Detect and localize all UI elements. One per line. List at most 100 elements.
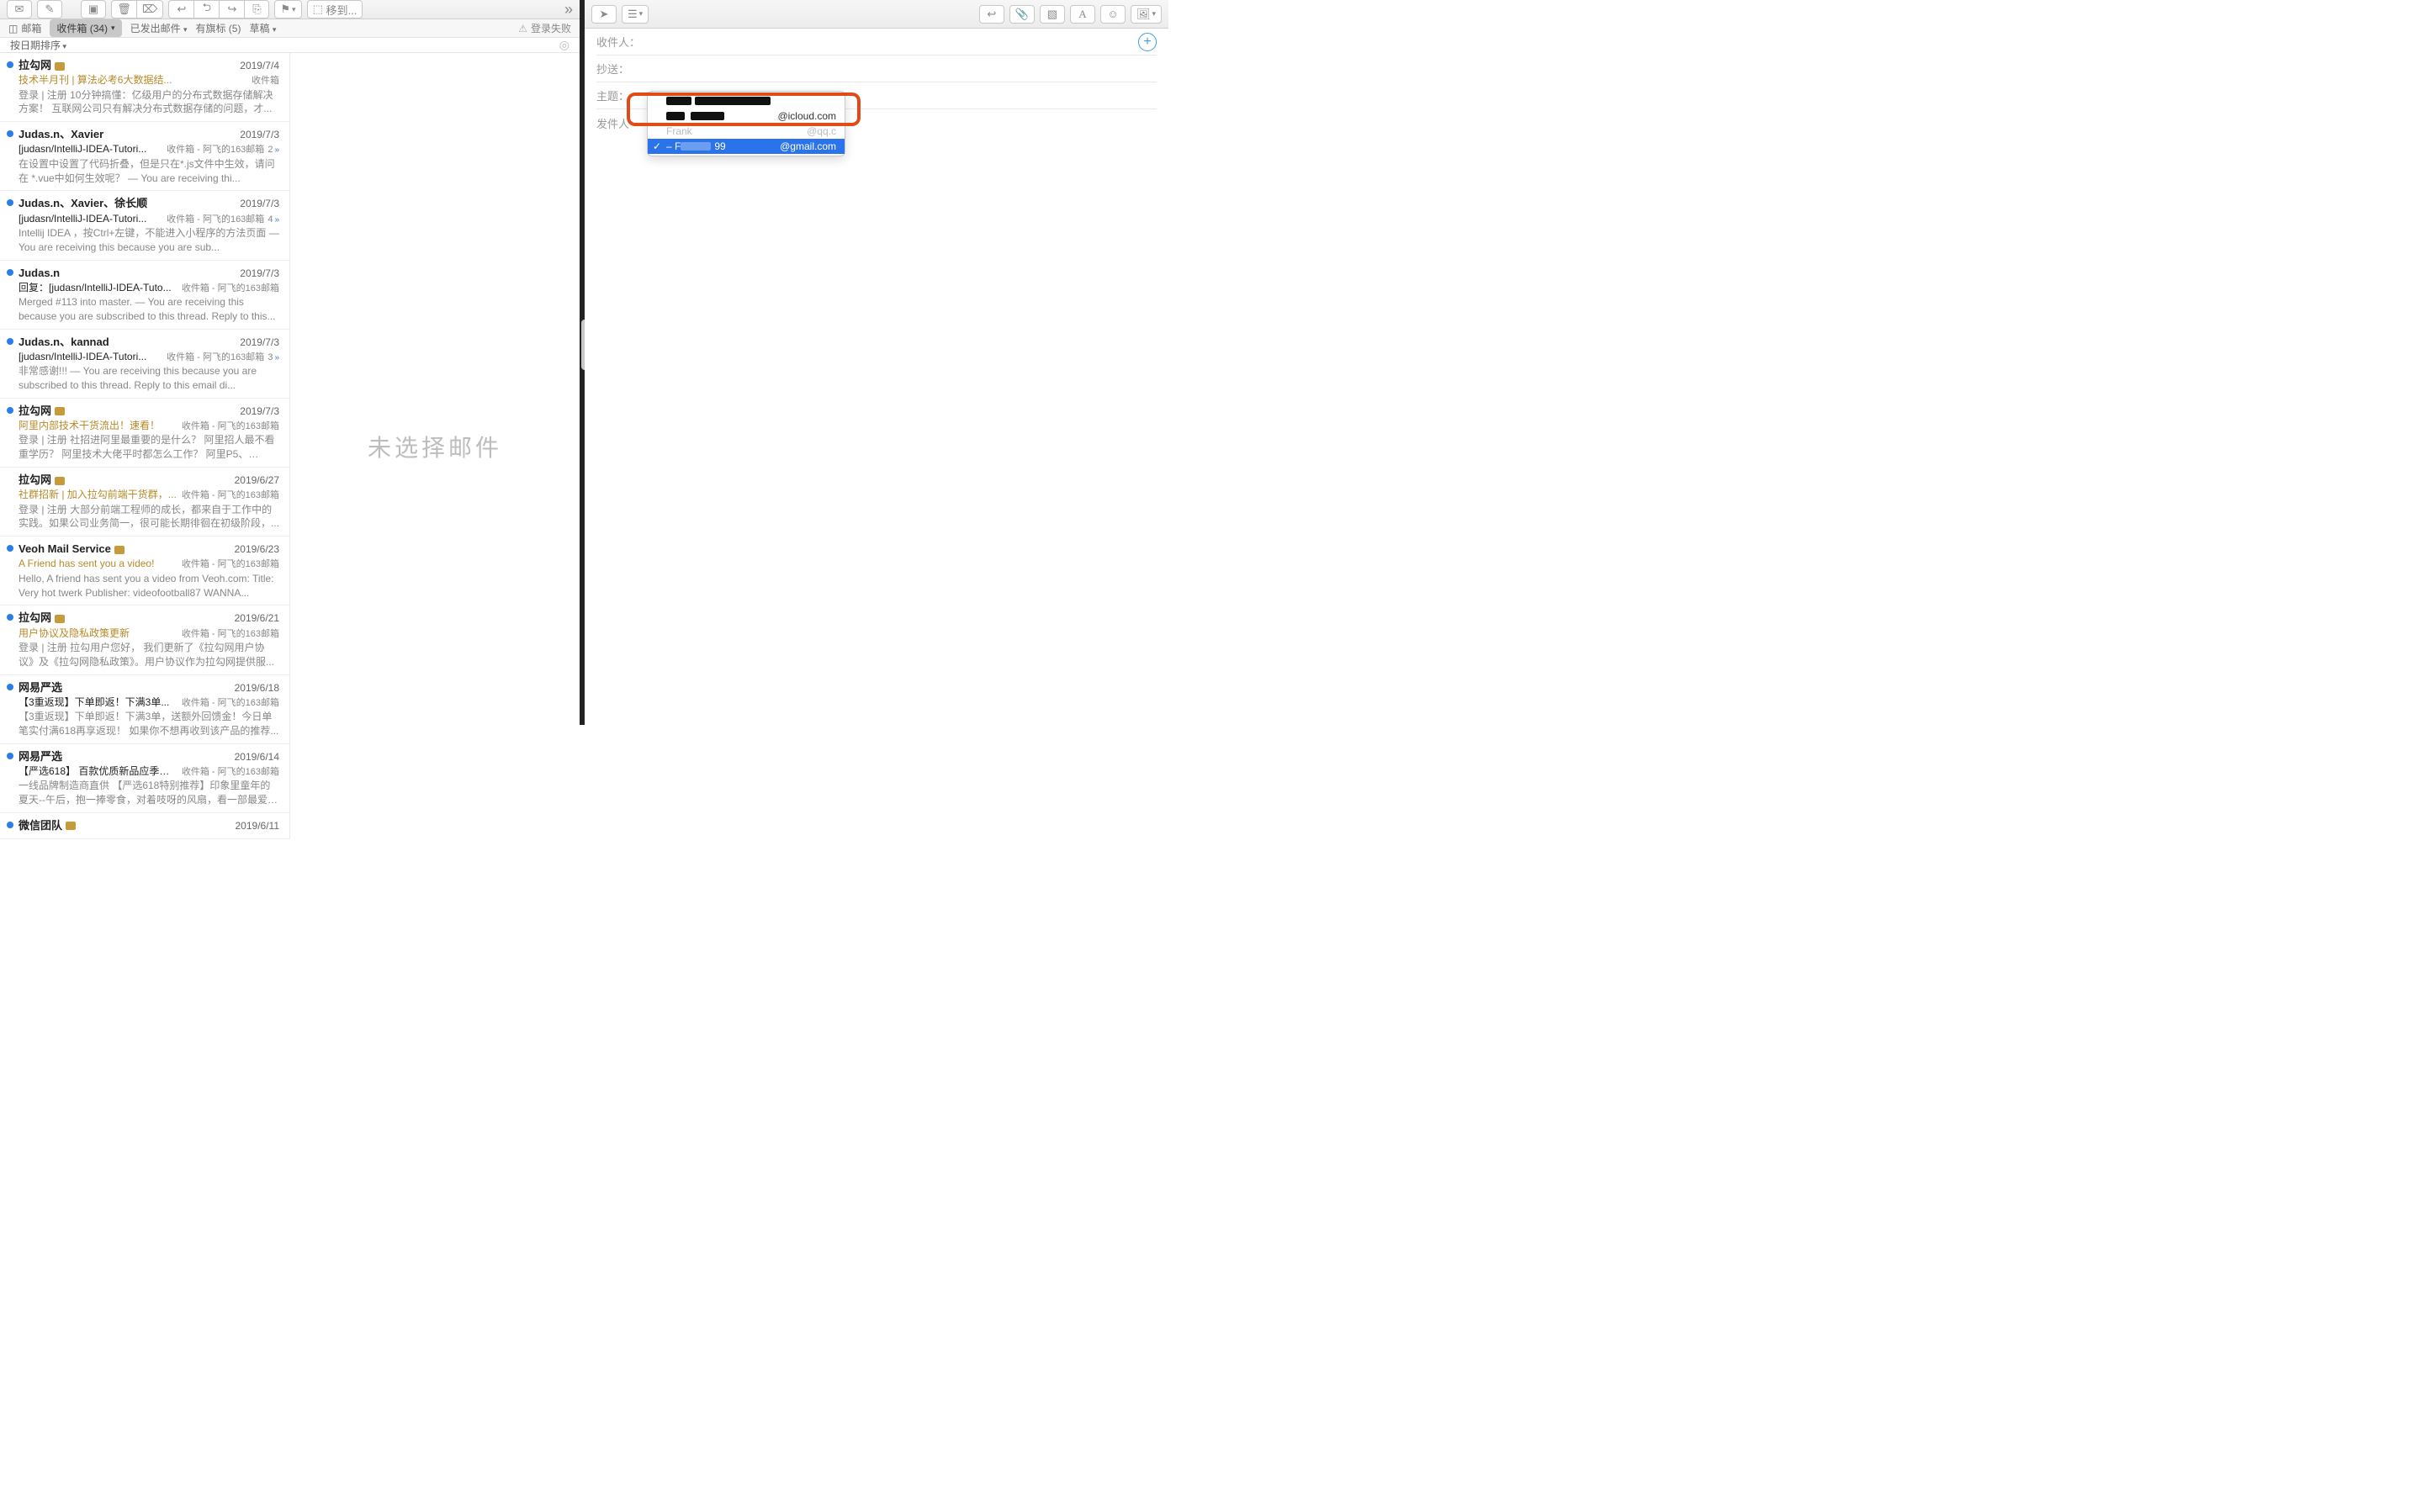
- from-option-3-name: – F: [666, 140, 681, 152]
- message-item[interactable]: Judas.n、kannad2019/7/3[judasn/IntelliJ-I…: [0, 330, 289, 399]
- message-item[interactable]: 网易严选2019/6/18【3重返现】下单即返！下满3单...收件箱 - 阿飞的…: [0, 675, 289, 744]
- flagged-filter[interactable]: 有旗标 (5): [195, 21, 241, 35]
- font-button[interactable]: A: [1070, 5, 1095, 24]
- message-list[interactable]: 拉勾网2019/7/4技术半月刊 | 算法必考6大数据结...收件箱登录 | 注…: [0, 53, 289, 839]
- message-item[interactable]: 拉勾网2019/7/3阿里内部技术干货流出！速看！收件箱 - 阿飞的163邮箱登…: [0, 399, 289, 468]
- sent-filter[interactable]: 已发出邮件 ▾: [130, 21, 188, 35]
- message-subject: [judasn/IntelliJ-IDEA-Tutori...: [19, 350, 162, 364]
- mailbox-toggle[interactable]: ◫邮箱: [8, 21, 41, 35]
- message-folder: 收件箱 - 阿飞的163邮箱4»: [167, 214, 279, 226]
- cc-input[interactable]: [644, 62, 1157, 75]
- photo-icon: 🖼: [1136, 8, 1151, 21]
- message-item[interactable]: Veoh Mail Service2019/6/23A Friend has s…: [0, 537, 289, 605]
- message-folder: 收件箱 - 阿飞的163邮箱: [182, 558, 279, 571]
- move-label: 移到...: [326, 2, 358, 18]
- from-option-0[interactable]: [648, 93, 845, 108]
- message-sender: 网易严选: [19, 680, 62, 695]
- to-label: 收件人：: [596, 34, 644, 50]
- message-folder: 收件箱 - 阿飞的163邮箱: [182, 489, 279, 502]
- from-option-1[interactable]: @icloud.com: [648, 108, 845, 124]
- junk-button[interactable]: ⌦: [136, 0, 163, 19]
- message-preview: Merged #113 into master. — You are recei…: [19, 295, 279, 324]
- message-date: 2019/7/4: [240, 59, 279, 73]
- cc-field-row: 抄送：: [596, 56, 1157, 82]
- forward-button[interactable]: ↪: [219, 0, 244, 19]
- sort-button[interactable]: 按日期排序: [10, 38, 66, 52]
- message-subject: 【严选618】 百款优质新品应季上...: [19, 764, 177, 779]
- reply-compose-button[interactable]: ↩: [979, 5, 1004, 24]
- login-failed-indicator[interactable]: 登录失败: [518, 21, 571, 35]
- send-button[interactable]: ➤: [591, 5, 617, 24]
- message-item[interactable]: 拉勾网2019/6/21用户协议及隐私政策更新收件箱 - 阿飞的163邮箱登录 …: [0, 605, 289, 674]
- list-icon: ☰: [628, 8, 638, 21]
- message-preview: 登录 | 注册 社招进阿里最重要的是什么？ 阿里招人最不看重学历？ 阿里技术大佬…: [19, 433, 279, 462]
- thread-expand-icon[interactable]: »: [274, 215, 279, 225]
- from-option-3-selected[interactable]: – F 99 @gmail.com: [648, 139, 845, 154]
- redirect-button[interactable]: ⎘: [244, 0, 269, 19]
- drafts-filter[interactable]: 草稿 ▾: [249, 21, 276, 35]
- message-folder: 收件箱 - 阿飞的163邮箱: [182, 697, 279, 710]
- from-option-2[interactable]: Frank @qq.c: [648, 124, 845, 139]
- toolbar-overflow-button[interactable]: »: [564, 1, 573, 19]
- format-button[interactable]: ▧: [1040, 5, 1065, 24]
- to-field-row: 收件人： +: [596, 29, 1157, 56]
- add-recipient-button[interactable]: +: [1138, 33, 1157, 51]
- compose-icon: ✎: [45, 3, 55, 16]
- cc-label: 抄送：: [596, 61, 644, 77]
- message-item[interactable]: Judas.n、Xavier2019/7/3[judasn/IntelliJ-I…: [0, 122, 289, 191]
- reply-all-button[interactable]: ⮌: [193, 0, 219, 19]
- archive-group: ▣: [81, 0, 106, 19]
- message-item[interactable]: 拉勾网2019/7/4技术半月刊 | 算法必考6大数据结...收件箱登录 | 注…: [0, 53, 289, 122]
- attach-button[interactable]: 📎: [1009, 5, 1035, 24]
- message-date: 2019/6/18: [235, 681, 279, 695]
- message-sender: Judas.n、kannad: [19, 335, 109, 350]
- message-item[interactable]: 微信团队2019/6/11: [0, 813, 289, 839]
- flag-button[interactable]: ⚑▾: [274, 0, 301, 19]
- message-item[interactable]: Judas.n2019/7/3回复：[judasn/IntelliJ-IDEA-…: [0, 261, 289, 330]
- message-folder: 收件箱 - 阿飞的163邮箱: [182, 420, 279, 433]
- message-sender: Judas.n: [19, 266, 60, 281]
- reply-button[interactable]: ↩: [168, 0, 193, 19]
- filter-target-button[interactable]: ◎: [559, 38, 569, 52]
- inbox-filter-pill[interactable]: 收件箱 (34): [50, 19, 121, 37]
- preview-empty-label: 未选择邮件: [290, 53, 580, 839]
- unread-dot-icon: [7, 269, 13, 276]
- message-sender: 拉勾网: [19, 473, 65, 488]
- unread-dot-icon: [7, 684, 13, 690]
- message-date: 2019/7/3: [240, 128, 279, 142]
- from-field-row: 发件人 @icloud.com Frank @qq.c – F 99: [596, 109, 1157, 136]
- message-item[interactable]: Judas.n、Xavier、徐长顺2019/7/3[judasn/Intell…: [0, 191, 289, 260]
- from-option-2-email: @qq.c: [807, 125, 836, 137]
- spam-icon: [55, 615, 65, 623]
- message-subject: 用户协议及隐私政策更新: [19, 626, 177, 641]
- message-item[interactable]: 网易严选2019/6/14【严选618】 百款优质新品应季上...收件箱 - 阿…: [0, 744, 289, 813]
- get-mail-button[interactable]: ✉: [7, 0, 32, 19]
- thread-expand-icon[interactable]: »: [274, 145, 279, 155]
- from-dropdown[interactable]: @icloud.com Frank @qq.c – F 99 @gmail.co…: [647, 91, 845, 156]
- compose-body[interactable]: [585, 136, 1168, 725]
- archive-button[interactable]: ▣: [81, 0, 106, 19]
- thread-expand-icon[interactable]: »: [274, 353, 279, 362]
- junk-icon: ⌦: [142, 3, 157, 16]
- photo-browser-button[interactable]: 🖼▾: [1131, 5, 1162, 24]
- message-preview: Hello, A friend has sent you a video fro…: [19, 572, 279, 600]
- delete-button[interactable]: 🗑: [111, 0, 136, 19]
- spam-icon: [55, 62, 65, 71]
- message-item[interactable]: 拉勾网2019/6/27社群招新 | 加入拉勾前端干货群，...收件箱 - 阿飞…: [0, 468, 289, 537]
- from-option-3-email: @gmail.com: [780, 140, 836, 152]
- flag-icon: ⚑: [280, 3, 290, 16]
- chevron-down-icon: ▾: [292, 5, 296, 14]
- compose-button[interactable]: ✎: [37, 0, 62, 19]
- header-fields-button[interactable]: ☰▾: [622, 5, 649, 24]
- subject-label: 主题：: [596, 87, 644, 103]
- from-option-3-mid: 99: [714, 140, 725, 152]
- message-subject: A Friend has sent you a video!: [19, 557, 177, 571]
- emoji-button[interactable]: ☺: [1100, 5, 1126, 24]
- archive-icon: ▣: [88, 3, 98, 16]
- move-button[interactable]: ⬚ 移到...: [307, 0, 363, 19]
- message-sender: 拉勾网: [19, 58, 65, 73]
- message-preview: 登录 | 注册 10分钟搞懂：亿级用户的分布式数据存储解决方案！ 互联网公司只有…: [19, 88, 279, 117]
- to-input[interactable]: [644, 35, 1138, 48]
- preview-pane: 未选择邮件: [289, 53, 580, 839]
- move-icon: ⬚: [313, 3, 323, 16]
